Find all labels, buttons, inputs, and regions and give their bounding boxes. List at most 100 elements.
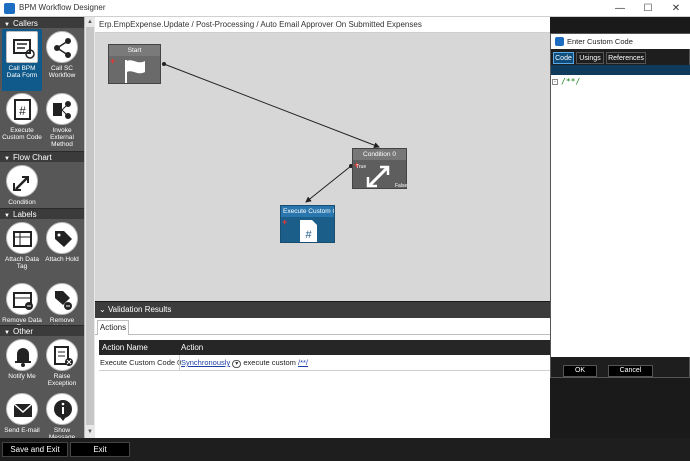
svg-text:#: # [19,104,26,118]
validation-tabs: Actions [95,320,550,335]
condition-node[interactable]: Condition 0 + True False [352,148,407,189]
start-node[interactable]: Start + [108,44,161,84]
custom-code-link[interactable]: /**/ [298,358,308,367]
section-label: Other [13,327,34,336]
tool-call-bpm-data-form[interactable]: Call BPM Data Form [2,29,42,91]
execute-custom-code-node[interactable]: Execute Custom Code 0 + # [280,205,335,243]
tool-call-sc-workflow[interactable]: Call SC Workflow [42,29,82,91]
tab-code[interactable]: Code [553,52,574,64]
section-label: Labels [13,210,37,219]
tool-notify-me[interactable]: Notify Me [2,337,42,399]
tool-label: Notify Me [8,373,36,380]
add-plus-icon[interactable]: + [282,218,287,227]
custom-code-icon: # [300,220,317,242]
tool-label: Send E-mail [4,427,40,434]
dialog-title: Enter Custom Code [567,37,633,46]
synchronously-link[interactable]: Synchronously [181,358,230,367]
column-action: Action [181,343,204,352]
tag-hold-icon [46,222,78,254]
action-text: execute custom [243,358,296,367]
cancel-button[interactable]: Cancel [608,365,653,377]
maximize-button[interactable]: ☐ [634,0,662,17]
svg-text:#: # [305,229,312,241]
node-title: Condition 0 [353,149,406,160]
true-label: True [356,164,367,170]
tab-references[interactable]: References [606,52,646,64]
node-body: + # [281,217,334,246]
section-labels[interactable]: ▼ Labels [0,208,84,219]
tool-label: Condition [8,199,36,206]
false-label: False [395,183,408,189]
tool-attach-hold[interactable]: Attach Hold [42,220,82,282]
chevron-down-icon: ⌄ [99,305,106,314]
tool-label: Invoke External Method [50,127,74,148]
toolbox-scrollbar[interactable]: ▲ ▼ [84,17,95,438]
bell-icon [6,339,38,371]
validation-results-header[interactable]: ⌄ Validation Results [95,302,550,318]
data-tag-icon [6,222,38,254]
tool-label: Attach Data Tag [5,256,39,270]
node-title: Execute Custom Code 0 [281,206,334,217]
bpm-workflow-designer: BPM Workflow Designer — ☐ ✕ ▼ Callers Cal… [0,0,690,461]
app-icon [4,3,15,14]
tool-invoke-external-method[interactable]: Invoke External Method [42,91,82,153]
dropdown-arrow-icon[interactable]: ▾ [232,360,242,368]
remove-data-tag-icon [6,283,38,315]
connector-condition-true-to-execute [305,165,352,203]
node-body: + True False [353,160,408,192]
title-bar: BPM Workflow Designer — ☐ ✕ [0,0,690,17]
row-action-name: Execute Custom Code 0 [100,358,182,367]
tool-execute-custom-code[interactable]: # Execute Custom Code [2,91,42,153]
scroll-up-icon[interactable]: ▲ [85,17,95,27]
section-label: Flow Chart [13,153,52,162]
condition-arrows-icon [6,165,38,197]
flag-icon [125,60,145,83]
enter-custom-code-dialog: Enter Custom Code Code Usings References… [550,33,690,378]
section-callers[interactable]: ▼ Callers [0,17,84,28]
exit-button[interactable]: Exit [70,442,130,457]
tool-label: Call SC Workflow [48,65,76,79]
window-title: BPM Workflow Designer [19,3,106,12]
info-icon [46,393,78,425]
tool-raise-exception[interactable]: Raise Exception [42,337,82,399]
table-row[interactable]: Execute Custom Code 0 Synchronously ▾ ex… [99,355,554,371]
tool-attach-data-tag[interactable]: Attach Data Tag [2,220,42,282]
save-and-exit-button[interactable]: Save and Exit [2,442,68,457]
validation-title: Validation Results [107,305,172,314]
custom-code-icon: # [6,93,38,125]
section-flow-chart[interactable]: ▼ Flow Chart [0,151,84,162]
bottom-bar: Save and Exit Exit [0,438,690,461]
section-other[interactable]: ▼ Other [0,325,84,336]
validation-table-header: Action Name Action [99,340,554,355]
remove-holds-icon [46,283,78,315]
node-title: Start [109,45,160,56]
dialog-title-bar: Enter Custom Code [551,34,690,49]
scroll-thumb[interactable] [86,27,94,425]
minimize-button[interactable]: — [606,0,634,17]
workflow-canvas[interactable]: Start + Condition 0 + True False Execute… [95,33,550,301]
close-button[interactable]: ✕ [662,0,690,17]
editor-toolbar [551,65,690,75]
toolbox-panel: ▼ Callers Call BPM Data Form Call SC Work… [0,17,84,441]
code-editor[interactable]: - /**/ [551,75,690,357]
tool-label: Raise Exception [47,373,77,387]
collapse-icon[interactable]: - [552,79,558,85]
tool-label: Execute Custom Code [2,127,42,141]
tab-actions[interactable]: Actions [97,320,129,335]
tab-usings[interactable]: Usings [576,52,604,64]
app-icon [555,37,564,46]
breadcrumb: Erp.EmpExpense.Update / Post-Processing … [95,17,550,33]
add-plus-icon[interactable]: + [110,57,115,66]
tool-label: Attach Hold [45,256,79,263]
code-text[interactable]: /**/ [561,77,580,86]
scroll-down-icon[interactable]: ▼ [85,427,95,437]
column-divider [179,355,180,371]
workflow-nodes-icon [46,31,78,63]
connector-start-to-condition [163,63,380,148]
column-action-name: Action Name [102,343,148,352]
tool-label: Call BPM Data Form [6,65,38,79]
external-method-icon [46,93,78,125]
node-body: + [109,56,160,87]
section-label: Callers [13,19,38,28]
ok-button[interactable]: OK [563,365,597,377]
